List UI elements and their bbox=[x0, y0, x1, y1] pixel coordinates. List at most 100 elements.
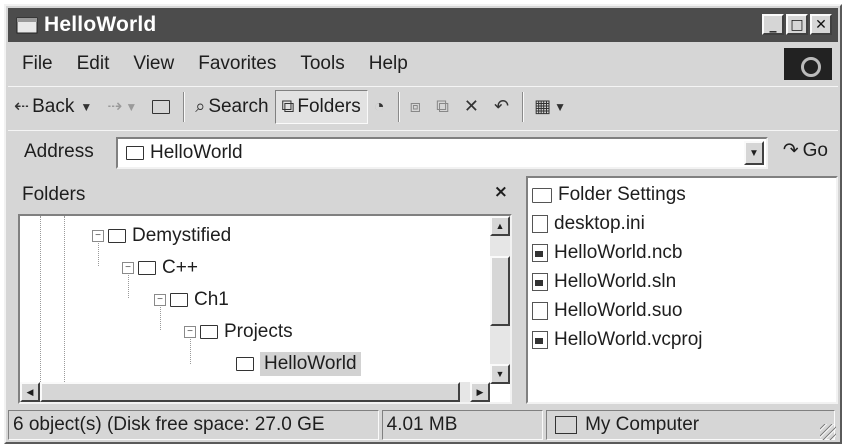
folders-pane-title: Folders bbox=[22, 184, 86, 205]
standard-toolbar: ⇠ Back ▼ ⇢ ▼ ⌕ Search ⧉ Folders ◔ ⧈ ⧉ ✕ … bbox=[8, 86, 838, 126]
pane-splitter[interactable] bbox=[518, 176, 526, 404]
file-item[interactable]: Folder Settings bbox=[532, 182, 686, 208]
windows-logo-icon bbox=[784, 48, 832, 80]
file-item[interactable]: HelloWorld.suo bbox=[532, 298, 682, 324]
forward-dropdown-icon[interactable]: ▼ bbox=[125, 100, 137, 114]
menu-view[interactable]: View bbox=[121, 53, 186, 75]
maximize-button[interactable]: □ bbox=[786, 14, 808, 35]
tree-node-label: HelloWorld bbox=[260, 352, 361, 376]
suo-file-icon bbox=[532, 302, 548, 320]
status-size: 4.01 MB bbox=[381, 410, 544, 440]
tree-connector bbox=[64, 216, 65, 382]
file-name: HelloWorld.sln bbox=[554, 271, 677, 292]
tree-node-projects[interactable]: − Projects bbox=[184, 320, 293, 344]
file-name: desktop.ini bbox=[554, 213, 645, 234]
zone-label: My Computer bbox=[585, 414, 700, 435]
address-input[interactable]: HelloWorld ▼ bbox=[116, 137, 768, 169]
views-button[interactable]: ▦ ▼ bbox=[528, 90, 575, 124]
folder-icon bbox=[138, 261, 156, 275]
go-label: Go bbox=[802, 139, 828, 161]
collapse-icon[interactable]: − bbox=[92, 230, 104, 242]
file-item[interactable]: HelloWorld.vcproj bbox=[532, 327, 703, 353]
address-label: Address bbox=[24, 140, 94, 162]
window-title: HelloWorld bbox=[44, 13, 157, 36]
views-dropdown-icon: ▼ bbox=[554, 99, 567, 114]
file-item[interactable]: desktop.ini bbox=[532, 211, 645, 237]
tree-node-label: Ch1 bbox=[194, 289, 229, 310]
file-name: HelloWorld.vcproj bbox=[554, 329, 703, 350]
folder-window-icon bbox=[16, 15, 38, 35]
file-name: Folder Settings bbox=[558, 184, 686, 205]
folders-label: Folders bbox=[297, 95, 361, 117]
collapse-icon[interactable]: − bbox=[184, 326, 196, 338]
collapse-icon[interactable]: − bbox=[154, 294, 166, 306]
tree-node-ch1[interactable]: − Ch1 bbox=[154, 288, 229, 312]
folder-tree[interactable]: − Demystified − C++ − Ch1 − Projects Hel… bbox=[18, 214, 512, 404]
tree-horizontal-scrollbar[interactable]: ◀ ▶ bbox=[20, 382, 490, 402]
tree-node-cpp[interactable]: − C++ bbox=[122, 256, 198, 280]
ncb-file-icon bbox=[532, 244, 548, 262]
folders-pane-close-button[interactable]: × bbox=[494, 182, 508, 202]
scroll-thumb[interactable] bbox=[40, 382, 460, 402]
toolbar-separator bbox=[522, 91, 525, 122]
tree-node-label: Projects bbox=[224, 321, 293, 342]
status-object-count: 6 object(s) (Disk free space: 27.0 GE bbox=[8, 410, 379, 440]
scroll-thumb[interactable] bbox=[490, 256, 510, 326]
up-folder-icon bbox=[152, 99, 171, 114]
forward-button[interactable]: ⇢ ▼ bbox=[101, 90, 146, 124]
undo-icon: ↶ bbox=[494, 96, 510, 116]
address-dropdown-button[interactable]: ▼ bbox=[744, 141, 764, 165]
menu-bar: File Edit View Favorites Tools Help bbox=[8, 46, 838, 82]
tree-connector bbox=[40, 216, 41, 382]
copy-to-button[interactable]: ⧉ bbox=[430, 90, 458, 124]
back-label: Back bbox=[32, 95, 75, 117]
title-bar[interactable]: HelloWorld _ □ ✕ bbox=[8, 8, 838, 42]
back-dropdown-icon[interactable]: ▼ bbox=[80, 100, 92, 114]
address-bar: Address HelloWorld ▼ ↷ Go bbox=[8, 130, 838, 172]
file-list-pane[interactable]: Folder Settings desktop.ini HelloWorld.n… bbox=[526, 176, 838, 404]
search-button[interactable]: ⌕ Search bbox=[189, 90, 274, 124]
computer-icon bbox=[555, 416, 578, 434]
scroll-right-button[interactable]: ▶ bbox=[470, 382, 490, 402]
menu-file[interactable]: File bbox=[8, 53, 65, 75]
tree-vertical-scrollbar[interactable]: ▲ ▼ bbox=[490, 216, 510, 384]
menu-help[interactable]: Help bbox=[357, 53, 420, 75]
folder-icon bbox=[108, 229, 126, 243]
scroll-left-button[interactable]: ◀ bbox=[20, 382, 40, 402]
tree-node-label: C++ bbox=[162, 257, 198, 278]
folder-icon bbox=[200, 325, 218, 339]
file-item[interactable]: HelloWorld.sln bbox=[532, 269, 676, 295]
ini-file-icon bbox=[532, 215, 548, 233]
folders-button[interactable]: ⧉ Folders bbox=[274, 89, 368, 124]
back-button[interactable]: ⇠ Back ▼ bbox=[8, 90, 101, 124]
file-item[interactable]: HelloWorld.ncb bbox=[532, 240, 682, 266]
status-zone: My Computer bbox=[546, 410, 835, 440]
minimize-button[interactable]: _ bbox=[762, 14, 784, 35]
go-button[interactable]: ↷ Go bbox=[783, 139, 828, 162]
explorer-window: HelloWorld _ □ ✕ File Edit View Favorite… bbox=[4, 4, 842, 444]
scroll-up-button[interactable]: ▲ bbox=[490, 216, 510, 236]
address-value: HelloWorld bbox=[150, 142, 243, 163]
tree-node-helloworld[interactable]: HelloWorld bbox=[236, 352, 361, 376]
back-arrow-icon: ⇠ bbox=[14, 96, 30, 116]
move-to-button[interactable]: ⧈ bbox=[404, 90, 430, 124]
folders-pane: Folders × − Demystified − C++ − Ch1 − Pr… bbox=[10, 176, 518, 404]
undo-button[interactable]: ↶ bbox=[488, 90, 518, 124]
vcproj-file-icon bbox=[532, 331, 548, 349]
collapse-icon[interactable]: − bbox=[122, 262, 134, 274]
up-folder-button[interactable] bbox=[146, 90, 179, 124]
delete-button[interactable]: ✕ bbox=[458, 90, 488, 124]
views-icon: ▦ bbox=[534, 96, 552, 116]
resize-grip[interactable] bbox=[820, 424, 836, 440]
file-name: HelloWorld.ncb bbox=[554, 242, 683, 263]
menu-edit[interactable]: Edit bbox=[65, 53, 122, 75]
tree-node-demystified[interactable]: − Demystified bbox=[92, 224, 231, 248]
scroll-down-button[interactable]: ▼ bbox=[490, 364, 510, 384]
history-button[interactable]: ◔ bbox=[368, 90, 394, 124]
menu-tools[interactable]: Tools bbox=[288, 53, 356, 75]
close-button[interactable]: ✕ bbox=[810, 14, 832, 35]
menu-favorites[interactable]: Favorites bbox=[186, 53, 288, 75]
folder-icon bbox=[532, 187, 552, 203]
file-name: HelloWorld.suo bbox=[554, 300, 683, 321]
delete-icon: ✕ bbox=[463, 96, 480, 116]
